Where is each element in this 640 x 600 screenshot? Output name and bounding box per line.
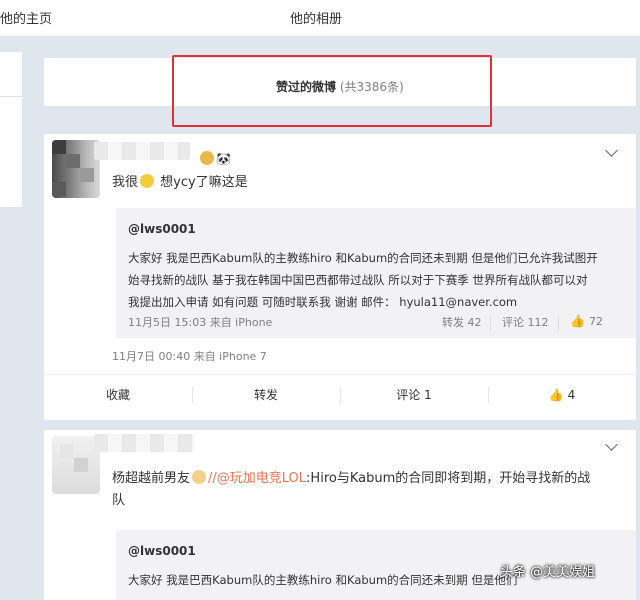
comment-button[interactable]: 评论 1 <box>340 375 488 415</box>
quote-repost[interactable]: 转发 42 <box>442 314 482 330</box>
emoji-icon <box>192 470 207 484</box>
avatar[interactable] <box>52 436 100 494</box>
quote-line: 始寻找新的战队 基于我在韩国中国巴西都带过战队 所以对于下赛季 世界所有战队都可… <box>128 273 588 287</box>
profile-nav: 他的主页 他的相册 <box>0 0 640 37</box>
chevron-down-icon[interactable] <box>605 438 618 451</box>
quote-line: 我提出加入申请 如有问题 可随时联系我 谢谢 邮件： hyula11@naver… <box>128 295 518 309</box>
action-bar: 收藏 转发 评论 1 👍 4 <box>44 374 636 415</box>
nav-album-link[interactable]: 他的相册 <box>290 8 342 27</box>
badge-icons: 🐼 <box>198 148 231 167</box>
like-count: 4 <box>567 388 576 402</box>
quote-comment[interactable]: 评论 112 <box>502 314 549 330</box>
blurred-username[interactable] <box>94 142 190 160</box>
chevron-down-icon[interactable] <box>605 144 618 157</box>
blurred-username[interactable] <box>94 434 194 452</box>
quote-meta: 11月5日 15:03 来自 iPhone <box>128 316 273 329</box>
post-text-part: :Hiro与Kabum的合同即将到期，开始寻找新的战 <box>306 471 591 486</box>
post-text: 杨超越前男友 //@玩加电竞LOL:Hiro与Kabum的合同即将到期，开始寻找新… <box>112 468 612 512</box>
fav-button[interactable]: 收藏 <box>44 375 192 415</box>
quote-text: 大家好 我是巴西Kabum队的主教练hiro 和Kabum的合同还未到期 但是他… <box>128 247 628 313</box>
feed-card: 🐼 我很 想ycy了嘛这是 @lws0001 大家好 我是巴西Kabum队的主教… <box>44 134 636 420</box>
mention-link[interactable]: @玩加电竞LOL <box>217 471 306 486</box>
post-text-part: // <box>208 471 217 486</box>
emoji-icon <box>140 174 155 188</box>
post-time[interactable]: 11月7日 00:40 来自 iPhone 7 <box>112 348 267 364</box>
badge-icon <box>200 151 214 165</box>
avatar[interactable] <box>52 140 100 198</box>
repost-button[interactable]: 转发 <box>192 375 340 415</box>
quoted-post[interactable]: @lws0001 大家好 我是巴西Kabum队的主教练hiro 和Kabum的合… <box>116 208 636 338</box>
quote-like-count: 72 <box>588 315 603 328</box>
quote-line: 大家好 我是巴西Kabum队的主教练hiro 和Kabum的合同还未到期 但是他… <box>128 251 598 265</box>
post-text-part: 队 <box>112 493 126 508</box>
quote-like[interactable]: 👍 72 <box>570 314 603 328</box>
post-text-part: 想ycy了嘛这是 <box>160 175 248 190</box>
quote-author[interactable]: @lws0001 <box>128 544 196 558</box>
quote-author[interactable]: @lws0001 <box>128 222 196 236</box>
post-text: 我很 想ycy了嘛这是 <box>112 174 248 192</box>
thumb-up-icon: 👍 <box>570 314 585 328</box>
like-button[interactable]: 👍 4 <box>488 375 636 415</box>
thumb-up-icon: 👍 <box>548 388 564 402</box>
panda-icon: 🐼 <box>216 152 231 166</box>
watermark: 头条 @美美娱姐 <box>500 565 596 580</box>
post-text-part: 杨超越前男友 <box>112 471 191 486</box>
left-panel <box>0 52 22 207</box>
nav-home-link[interactable]: 他的主页 <box>0 8 52 27</box>
post-text-part: 我很 <box>112 175 139 190</box>
highlight-box <box>172 55 492 127</box>
